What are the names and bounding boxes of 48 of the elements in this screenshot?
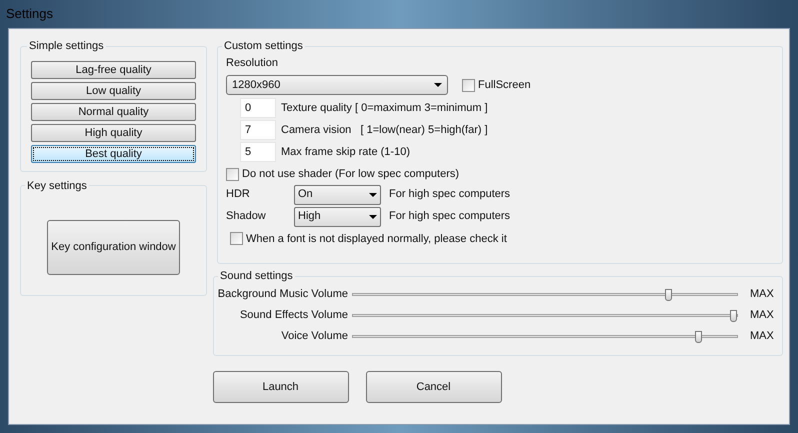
field-label: Shadow: [226, 209, 267, 224]
quality-preset-button[interactable]: Low quality: [31, 82, 196, 100]
number-field[interactable]: 5: [240, 142, 276, 162]
quality-preset-button[interactable]: Normal quality: [31, 102, 196, 120]
field-label: Camera vision [ 1=low(near) 5=high(far) ]: [281, 122, 488, 138]
value-text: MAX: [750, 287, 774, 302]
slider-label: Voice Volume: [280, 329, 348, 344]
quality-preset-button[interactable]: Lag-free quality: [31, 60, 196, 78]
slider-label: Sound Effects Volume: [238, 308, 348, 324]
field-label: Resolution: [226, 56, 278, 70]
dialog-button[interactable]: Launch: [212, 371, 348, 403]
caret-icon: [434, 83, 442, 87]
quality-preset-button[interactable]: Best quality: [31, 144, 196, 162]
slider-label: Background Music Volume: [216, 287, 348, 302]
slider-thumb[interactable]: [664, 288, 672, 300]
number-field[interactable]: 0: [240, 98, 276, 118]
group-title: Sound settings: [219, 269, 294, 284]
group-title: Custom settings: [223, 39, 304, 54]
checkbox-label: When a font is not displayed normally, please check it: [246, 232, 507, 246]
number-field[interactable]: 7: [240, 120, 276, 140]
checkbox-label: Do not use shader (For low spec computers): [242, 167, 460, 182]
hint-text: For high spec computers: [389, 187, 510, 202]
field-label: Max frame skip rate (1-10): [281, 144, 410, 160]
group-title: Key settings: [26, 178, 88, 194]
value-text: MAX: [750, 308, 774, 324]
hint-text: For high spec computers: [389, 209, 510, 224]
slider-thumb[interactable]: [695, 330, 702, 342]
slider[interactable]: [352, 288, 738, 302]
field-label: Texture quality [ 0=maximum 3=minimum ]: [281, 100, 488, 116]
dropdown[interactable]: High: [294, 206, 381, 226]
dialog-button[interactable]: Cancel: [366, 371, 502, 403]
dropdown[interactable]: On: [294, 184, 381, 204]
resolution-dropdown[interactable]: 1280x960: [226, 75, 448, 95]
field-label: HDR: [226, 187, 251, 202]
key-configuration-button[interactable]: Key configuration window: [47, 220, 180, 275]
value-text: MAX: [750, 329, 774, 344]
caret-icon: [369, 192, 377, 196]
slider[interactable]: [352, 330, 738, 344]
checkbox[interactable]: [230, 232, 243, 246]
caret-icon: [369, 214, 377, 218]
group-title: Simple settings: [28, 39, 105, 54]
slider[interactable]: [352, 308, 738, 322]
checkbox[interactable]: [226, 168, 239, 181]
checkbox[interactable]: [462, 78, 475, 92]
checkbox-label: FullScreen: [478, 78, 531, 93]
slider-thumb[interactable]: [730, 310, 738, 322]
quality-preset-button[interactable]: High quality: [31, 124, 196, 142]
window-title: Settings: [6, 5, 53, 24]
